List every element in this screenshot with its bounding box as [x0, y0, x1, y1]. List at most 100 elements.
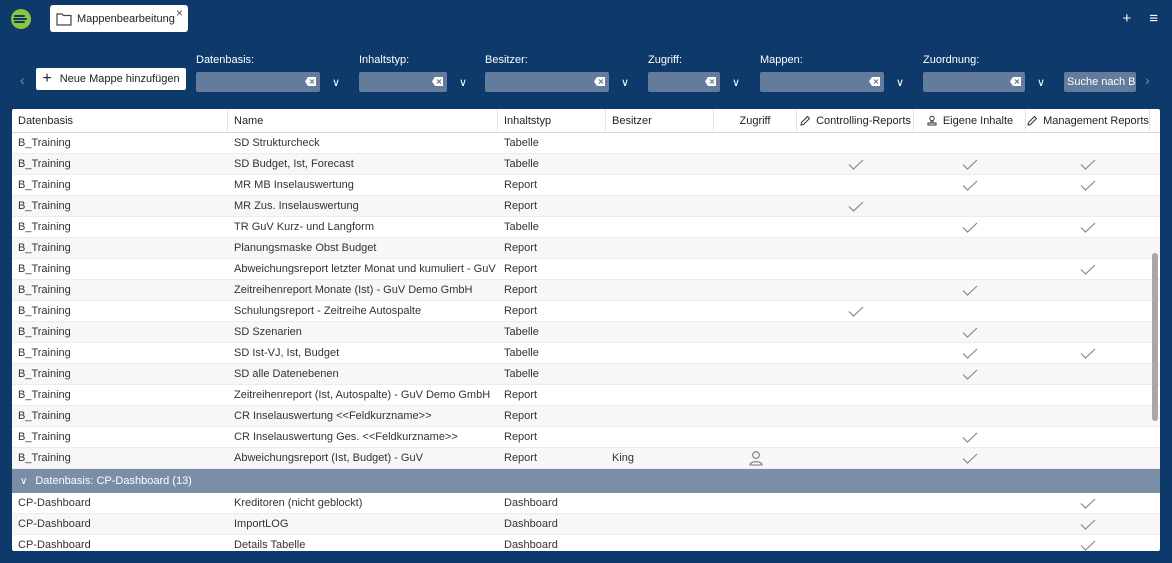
clear-icon[interactable] — [593, 76, 606, 87]
zugriff-input[interactable] — [648, 72, 720, 92]
chevron-down-icon[interactable]: ∨ — [20, 476, 27, 487]
clear-icon[interactable] — [704, 76, 717, 87]
cell-controlling-reports[interactable] — [797, 364, 914, 384]
table-row[interactable]: B_Training Abweichungsreport letzter Mona… — [12, 259, 1160, 280]
header-datenbasis[interactable]: Datenbasis — [12, 109, 228, 133]
tab-mappenbearbeitung[interactable]: Mappenbearbeitung × — [50, 5, 188, 32]
chevron-down-icon[interactable]: ∨ — [728, 76, 744, 89]
cell-controlling-reports[interactable] — [797, 385, 914, 405]
cell-eigene-inhalte[interactable] — [914, 196, 1026, 216]
scrollbar[interactable] — [1151, 133, 1159, 551]
chevron-right-icon[interactable]: › — [1145, 72, 1150, 88]
inhaltstyp-input[interactable] — [359, 72, 447, 92]
mappen-input[interactable] — [760, 72, 884, 92]
header-inhaltstyp[interactable]: Inhaltstyp — [498, 109, 606, 133]
header-name[interactable]: Name — [228, 109, 498, 133]
clear-icon[interactable] — [304, 76, 317, 87]
cell-controlling-reports[interactable] — [797, 448, 914, 468]
cell-controlling-reports[interactable] — [797, 301, 914, 321]
cell-controlling-reports[interactable] — [797, 406, 914, 426]
add-icon[interactable]: + — [1122, 10, 1131, 27]
cell-controlling-reports[interactable] — [797, 427, 914, 447]
table-row[interactable]: B_Training CR Inselauswertung <<Feldkurzn… — [12, 406, 1160, 427]
cell-management-reports[interactable] — [1026, 259, 1150, 279]
cell-controlling-reports[interactable] — [797, 133, 914, 153]
zuordnung-input[interactable] — [923, 72, 1025, 92]
table-row[interactable]: B_Training SD alle Datenebenen Tabelle — [12, 364, 1160, 385]
cell-controlling-reports[interactable] — [797, 175, 914, 195]
cell-eigene-inhalte[interactable] — [914, 493, 1026, 513]
cell-controlling-reports[interactable] — [797, 238, 914, 258]
cell-eigene-inhalte[interactable] — [914, 385, 1026, 405]
cell-controlling-reports[interactable] — [797, 322, 914, 342]
table-row[interactable]: B_Training Zeitreihenreport (Ist, Autospa… — [12, 385, 1160, 406]
cell-eigene-inhalte[interactable] — [914, 280, 1026, 300]
table-row[interactable]: CP-Dashboard Details Tabelle Dashboard — [12, 535, 1160, 551]
cell-controlling-reports[interactable] — [797, 514, 914, 534]
table-row[interactable]: B_Training SD Szenarien Tabelle — [12, 322, 1160, 343]
cell-management-reports[interactable] — [1026, 238, 1150, 258]
group-row-cp-dashboard[interactable]: ∨ Datenbasis: CP-Dashboard (13) — [12, 469, 1160, 493]
cell-eigene-inhalte[interactable] — [914, 427, 1026, 447]
table-row[interactable]: B_Training Schulungsreport - Zeitreihe Au… — [12, 301, 1160, 322]
table-row[interactable]: B_Training Planungsmaske Obst Budget Repor… — [12, 238, 1160, 259]
cell-eigene-inhalte[interactable] — [914, 301, 1026, 321]
search-reports-button[interactable]: Suche nach Beric — [1064, 72, 1136, 92]
cell-management-reports[interactable] — [1026, 196, 1150, 216]
cell-eigene-inhalte[interactable] — [914, 133, 1026, 153]
cell-controlling-reports[interactable] — [797, 280, 914, 300]
header-eigene-inhalte[interactable]: Eigene Inhalte — [914, 109, 1026, 133]
cell-eigene-inhalte[interactable] — [914, 259, 1026, 279]
scrollbar-thumb[interactable] — [1152, 253, 1158, 421]
cell-management-reports[interactable] — [1026, 343, 1150, 363]
cell-management-reports[interactable] — [1026, 493, 1150, 513]
header-management-reports[interactable]: Management Reports — [1026, 109, 1150, 133]
cell-management-reports[interactable] — [1026, 280, 1150, 300]
chevron-down-icon[interactable]: ∨ — [455, 76, 471, 89]
cell-controlling-reports[interactable] — [797, 196, 914, 216]
header-besitzer[interactable]: Besitzer — [606, 109, 714, 133]
cell-management-reports[interactable] — [1026, 364, 1150, 384]
chevron-down-icon[interactable]: ∨ — [892, 76, 908, 89]
cell-eigene-inhalte[interactable] — [914, 175, 1026, 195]
cell-controlling-reports[interactable] — [797, 217, 914, 237]
chevron-down-icon[interactable]: ∨ — [1033, 76, 1049, 89]
table-row[interactable]: B_Training TR GuV Kurz- und Langform Tabel… — [12, 217, 1160, 238]
cell-management-reports[interactable] — [1026, 217, 1150, 237]
clear-icon[interactable] — [431, 76, 444, 87]
cell-eigene-inhalte[interactable] — [914, 364, 1026, 384]
table-row[interactable]: B_Training SD Strukturcheck Tabelle — [12, 133, 1160, 154]
cell-eigene-inhalte[interactable] — [914, 217, 1026, 237]
cell-eigene-inhalte[interactable] — [914, 238, 1026, 258]
table-row[interactable]: B_Training Zeitreihenreport Monate (Ist) … — [12, 280, 1160, 301]
cell-controlling-reports[interactable] — [797, 493, 914, 513]
clear-icon[interactable] — [868, 76, 881, 87]
header-zugriff[interactable]: Zugriff — [714, 109, 797, 133]
chevron-left-icon[interactable]: ‹ — [20, 72, 25, 88]
cell-management-reports[interactable] — [1026, 175, 1150, 195]
cell-eigene-inhalte[interactable] — [914, 514, 1026, 534]
cell-controlling-reports[interactable] — [797, 343, 914, 363]
cell-eigene-inhalte[interactable] — [914, 448, 1026, 468]
chevron-down-icon[interactable]: ∨ — [328, 76, 344, 89]
add-folder-button[interactable]: + Neue Mappe hinzufügen — [36, 68, 186, 90]
chevron-down-icon[interactable]: ∨ — [617, 76, 633, 89]
cell-management-reports[interactable] — [1026, 154, 1150, 174]
cell-controlling-reports[interactable] — [797, 259, 914, 279]
table-row[interactable]: B_Training MR Zus. Inselauswertung Report — [12, 196, 1160, 217]
cell-management-reports[interactable] — [1026, 385, 1150, 405]
clear-icon[interactable] — [1009, 76, 1022, 87]
table-row[interactable]: B_Training Abweichungsreport (Ist, Budget… — [12, 448, 1160, 469]
close-icon[interactable]: × — [176, 6, 183, 20]
header-controlling-reports[interactable]: Controlling-Reports — [797, 109, 914, 133]
datenbasis-input[interactable] — [196, 72, 320, 92]
table-row[interactable]: CP-Dashboard ImportLOG Dashboard — [12, 514, 1160, 535]
cell-management-reports[interactable] — [1026, 448, 1150, 468]
table-row[interactable]: B_Training SD Ist-VJ, Ist, Budget Tabelle — [12, 343, 1160, 364]
cell-management-reports[interactable] — [1026, 514, 1150, 534]
cell-eigene-inhalte[interactable] — [914, 322, 1026, 342]
table-row[interactable]: B_Training CR Inselauswertung Ges. <<Feld… — [12, 427, 1160, 448]
cell-eigene-inhalte[interactable] — [914, 406, 1026, 426]
cell-management-reports[interactable] — [1026, 133, 1150, 153]
cell-eigene-inhalte[interactable] — [914, 535, 1026, 551]
